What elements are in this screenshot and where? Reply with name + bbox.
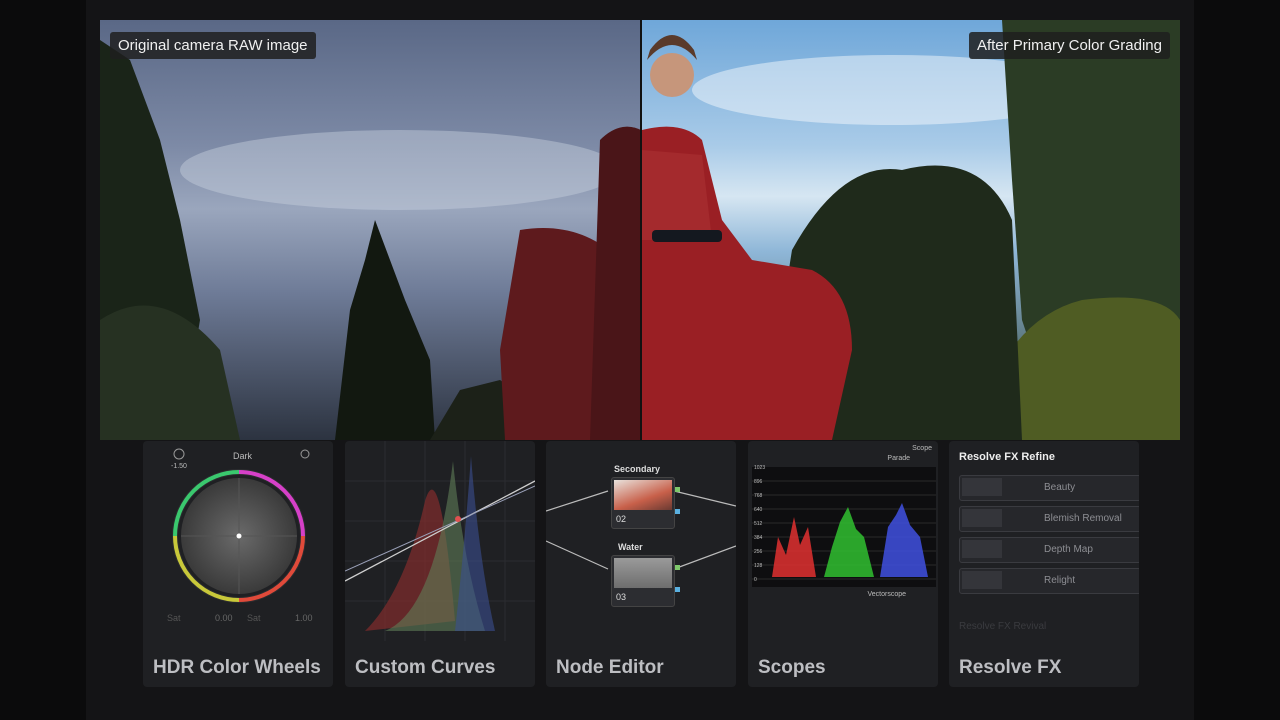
graded-label: After Primary Color Grading — [968, 32, 1170, 59]
y-tick: 512 — [754, 521, 763, 527]
graded-scene — [642, 20, 1180, 440]
fx-thumb — [962, 478, 1002, 496]
node-id: 02 — [616, 514, 627, 524]
node-output-port[interactable] — [675, 587, 680, 592]
curves-graph[interactable] — [345, 441, 535, 641]
graded-image — [642, 20, 1180, 440]
scope-display — [752, 467, 936, 587]
y-tick: 1023 — [754, 465, 766, 471]
panel-title: Custom Curves — [355, 657, 496, 678]
parade-waveform — [752, 480, 936, 580]
sat-value-2[interactable]: 1.00 — [295, 613, 313, 623]
scope-mode-select[interactable]: Parade — [887, 455, 910, 462]
fx-header: Resolve FX Refine — [959, 451, 1055, 463]
scope-footer[interactable]: Vectorscope — [867, 591, 906, 598]
y-tick: 896 — [754, 479, 763, 485]
panel-title: Node Editor — [556, 657, 664, 678]
fx-item-beauty[interactable]: Beauty — [959, 475, 1139, 501]
y-tick: 128 — [754, 563, 763, 569]
fx-item-relight[interactable]: Relight — [959, 568, 1139, 594]
sat-label-2: Sat — [247, 613, 261, 623]
original-scene — [100, 40, 641, 440]
wheel-value: -1.50 — [171, 463, 187, 470]
panel-title: Resolve FX — [959, 657, 1062, 678]
split-divider[interactable] — [640, 20, 642, 440]
y-tick: 256 — [754, 549, 763, 555]
panel-title: Scopes — [758, 657, 826, 678]
original-label: Original camera RAW image — [110, 32, 316, 59]
fx-item-blemish-removal[interactable]: Blemish Removal — [959, 506, 1139, 532]
sat-label: Sat — [167, 613, 181, 623]
wheel-name: Dark — [233, 451, 253, 461]
node-secondary[interactable]: 02 — [611, 477, 675, 529]
fx-thumb — [962, 540, 1002, 558]
original-image — [100, 20, 641, 440]
color-wheel[interactable] — [143, 441, 333, 641]
fx-item-depth-map[interactable]: Depth Map — [959, 537, 1139, 563]
node-output-port[interactable] — [675, 487, 680, 492]
sat-value[interactable]: 0.00 — [215, 613, 233, 623]
fx-thumb — [962, 509, 1002, 527]
scope-header: Scope — [912, 445, 932, 452]
node-secondary-label: Secondary — [614, 464, 661, 474]
node-thumbnail — [614, 480, 672, 510]
fx-label: Beauty — [1044, 482, 1076, 493]
feature-panels: Dark -1.50 Sat 0.00 Sat 1.00 HDR Color W… — [143, 441, 1143, 687]
hero-comparison: Original camera RAW image After Primary … — [100, 20, 1180, 440]
node-water[interactable]: 03 — [611, 555, 675, 607]
fx-label: Depth Map — [1044, 544, 1093, 555]
node-water-label: Water — [618, 542, 643, 552]
panel-resolve-fx[interactable]: Resolve FX Refine Beauty Blemish Removal… — [949, 441, 1139, 687]
panel-custom-curves[interactable]: Custom Curves — [345, 441, 535, 687]
node-output-port[interactable] — [675, 509, 680, 514]
node-thumbnail — [614, 558, 672, 588]
panel-node-editor[interactable]: Secondary 02 Water 03 Node Editor — [546, 441, 736, 687]
fx-label: Relight — [1044, 575, 1076, 586]
fx-label: Blemish Removal — [1044, 513, 1122, 524]
fx-thumb — [962, 571, 1002, 589]
y-tick: 0 — [754, 577, 757, 583]
panel-hdr-color-wheels[interactable]: Dark -1.50 Sat 0.00 Sat 1.00 HDR Color W… — [143, 441, 333, 687]
fx-faded-category: Resolve FX Revival — [959, 621, 1047, 632]
node-id: 03 — [616, 592, 627, 602]
y-tick: 768 — [754, 493, 763, 499]
panel-scopes[interactable]: Scope Parade 1023 896 768 640 512 384 25… — [748, 441, 938, 687]
node-output-port[interactable] — [675, 565, 680, 570]
y-tick: 640 — [754, 507, 763, 513]
y-tick: 384 — [754, 535, 763, 541]
panel-title: HDR Color Wheels — [153, 657, 321, 678]
